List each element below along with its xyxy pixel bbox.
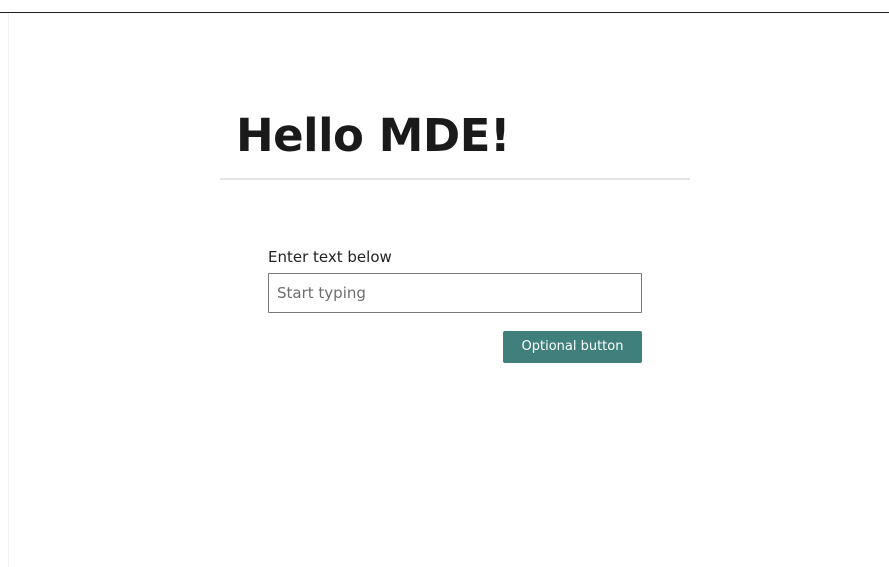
title-divider	[220, 178, 690, 180]
text-input[interactable]	[268, 273, 642, 313]
optional-button[interactable]: Optional button	[503, 331, 642, 363]
top-rule	[0, 12, 889, 13]
text-input-label: Enter text below	[268, 248, 392, 266]
page-title: Hello MDE!	[236, 109, 511, 162]
left-edge-border	[8, 13, 9, 567]
